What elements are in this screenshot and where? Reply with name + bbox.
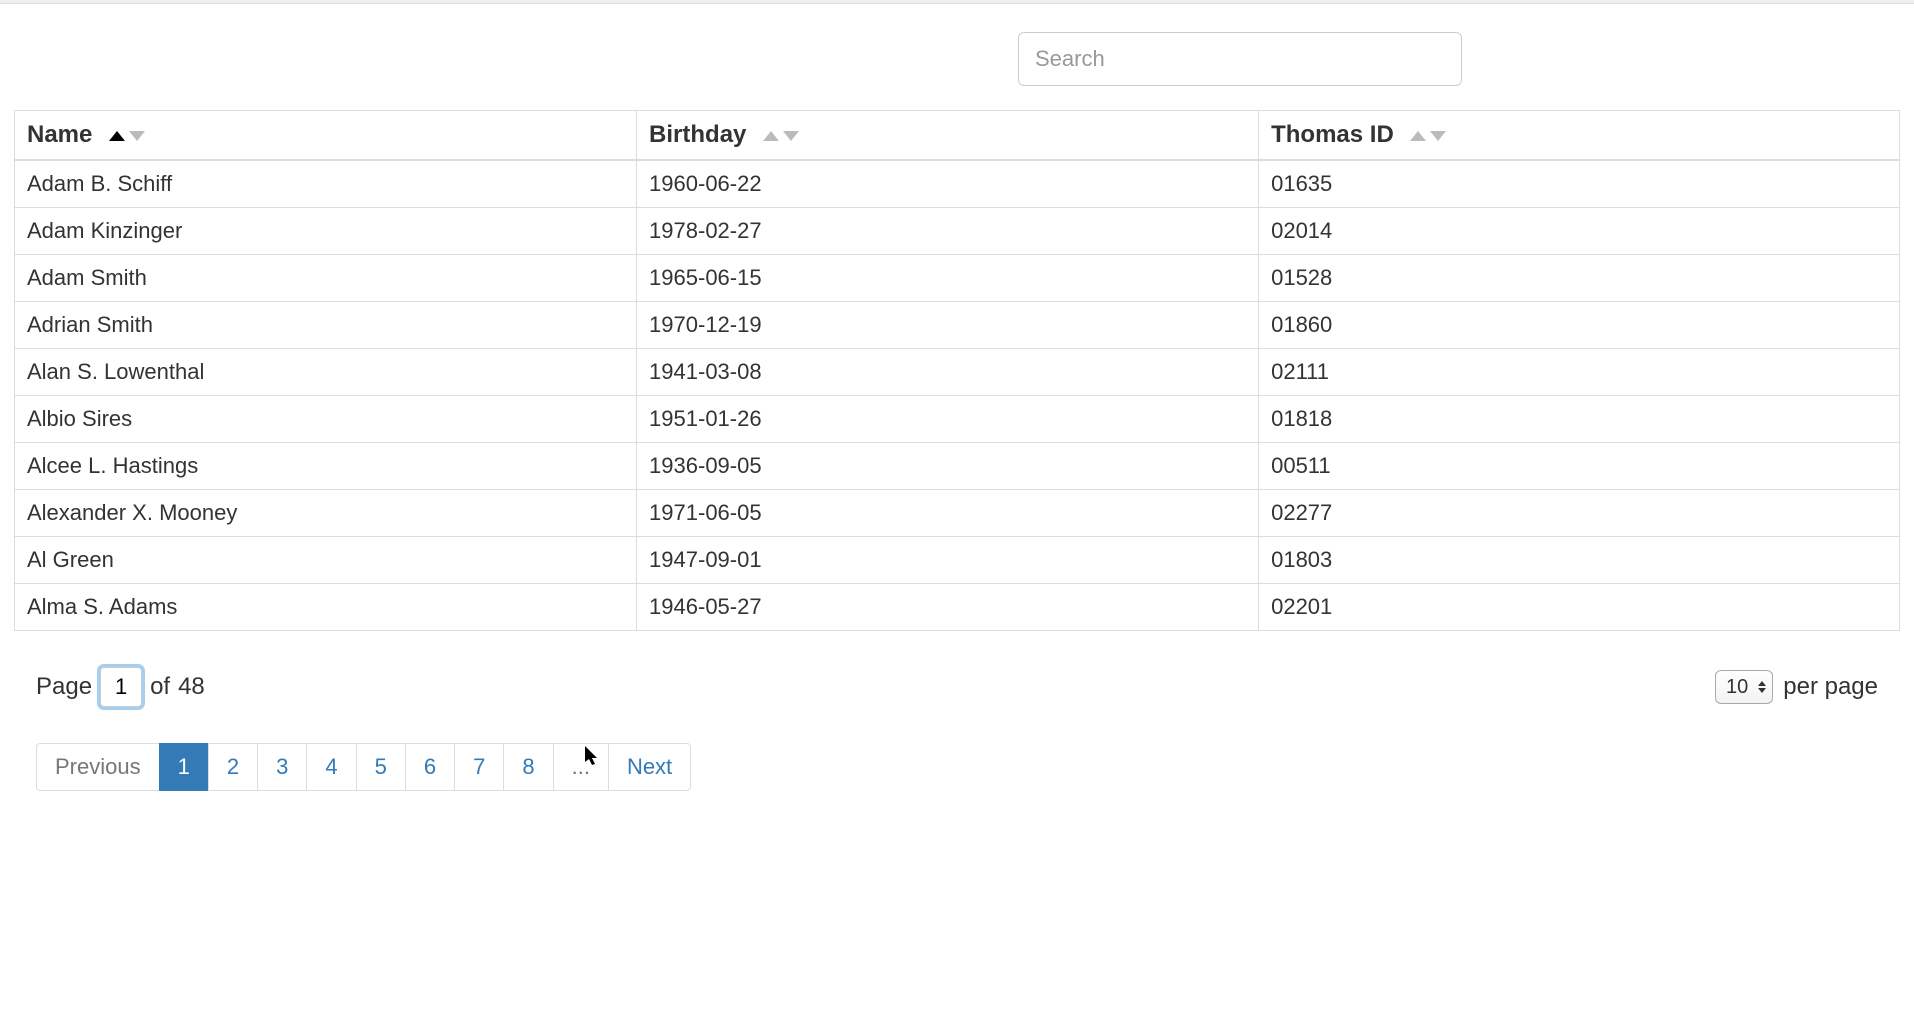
cell-thomas_id: 01528 [1259, 255, 1900, 302]
sort-desc-icon[interactable] [129, 131, 145, 141]
per-page-select[interactable]: 10 [1715, 670, 1773, 704]
sort-desc-icon[interactable] [783, 131, 799, 141]
table-row: Adrian Smith1970-12-1901860 [15, 302, 1900, 349]
cell-thomas_id: 02277 [1259, 490, 1900, 537]
cell-birthday: 1941-03-08 [637, 349, 1259, 396]
cell-name: Albio Sires [15, 396, 637, 443]
column-header-thomas-id[interactable]: Thomas ID [1259, 111, 1900, 161]
main-container: Name Birthday Thomas ID [0, 4, 1914, 831]
column-header-birthday[interactable]: Birthday [637, 111, 1259, 161]
sort-icons [109, 131, 145, 141]
search-row [14, 32, 1900, 86]
table-body: Adam B. Schiff1960-06-2201635Adam Kinzin… [15, 160, 1900, 631]
pagination-next[interactable]: Next [608, 743, 691, 791]
cell-birthday: 1947-09-01 [637, 537, 1259, 584]
cell-name: Adam Smith [15, 255, 637, 302]
cell-thomas_id: 00511 [1259, 443, 1900, 490]
cell-name: Alan S. Lowenthal [15, 349, 637, 396]
cell-birthday: 1978-02-27 [637, 208, 1259, 255]
column-header-name[interactable]: Name [15, 111, 637, 161]
pagination: Previous12345678...Next [36, 743, 1900, 791]
cell-name: Alma S. Adams [15, 584, 637, 631]
cell-thomas_id: 02201 [1259, 584, 1900, 631]
of-label: of [150, 673, 170, 701]
column-label: Birthday [649, 121, 746, 148]
footer-row: Page of 48 10 per page [14, 667, 1900, 707]
per-page-value: 10 [1726, 676, 1748, 699]
sort-asc-icon[interactable] [763, 131, 779, 141]
sort-asc-icon[interactable] [109, 131, 125, 141]
page-number-input[interactable] [100, 667, 142, 707]
pagination-page-8[interactable]: 8 [503, 743, 553, 791]
pagination-page-7[interactable]: 7 [454, 743, 504, 791]
table-row: Adam Kinzinger1978-02-2702014 [15, 208, 1900, 255]
table-row: Adam B. Schiff1960-06-2201635 [15, 160, 1900, 208]
cell-name: Alcee L. Hastings [15, 443, 637, 490]
table-row: Alan S. Lowenthal1941-03-0802111 [15, 349, 1900, 396]
table-row: Al Green1947-09-0101803 [15, 537, 1900, 584]
cell-name: Adrian Smith [15, 302, 637, 349]
pagination-ellipsis: ... [553, 743, 609, 791]
pagination-page-4[interactable]: 4 [306, 743, 356, 791]
cell-name: Al Green [15, 537, 637, 584]
cell-birthday: 1936-09-05 [637, 443, 1259, 490]
total-pages: 48 [178, 673, 205, 701]
sort-desc-icon[interactable] [1430, 131, 1446, 141]
pagination-page-1[interactable]: 1 [159, 743, 209, 791]
sort-icons [1410, 131, 1446, 141]
data-table: Name Birthday Thomas ID [14, 110, 1900, 631]
pagination-page-2[interactable]: 2 [208, 743, 258, 791]
search-input[interactable] [1018, 32, 1462, 86]
pagination-page-6[interactable]: 6 [405, 743, 455, 791]
sort-asc-icon[interactable] [1410, 131, 1426, 141]
cell-name: Adam Kinzinger [15, 208, 637, 255]
page-label: Page [36, 673, 92, 701]
cell-thomas_id: 01635 [1259, 160, 1900, 208]
cell-name: Alexander X. Mooney [15, 490, 637, 537]
table-row: Alma S. Adams1946-05-2702201 [15, 584, 1900, 631]
table-row: Albio Sires1951-01-2601818 [15, 396, 1900, 443]
cell-thomas_id: 02014 [1259, 208, 1900, 255]
per-page-label: per page [1783, 673, 1878, 701]
cell-thomas_id: 01818 [1259, 396, 1900, 443]
select-arrows-icon [1758, 681, 1766, 693]
cell-name: Adam B. Schiff [15, 160, 637, 208]
cell-birthday: 1965-06-15 [637, 255, 1259, 302]
per-page-control: 10 per page [1715, 670, 1878, 704]
pagination-page-5[interactable]: 5 [356, 743, 406, 791]
table-row: Adam Smith1965-06-1501528 [15, 255, 1900, 302]
column-label: Thomas ID [1271, 121, 1394, 148]
table-row: Alcee L. Hastings1936-09-0500511 [15, 443, 1900, 490]
cell-thomas_id: 01803 [1259, 537, 1900, 584]
cell-birthday: 1951-01-26 [637, 396, 1259, 443]
cell-birthday: 1971-06-05 [637, 490, 1259, 537]
pagination-page-3[interactable]: 3 [257, 743, 307, 791]
cell-birthday: 1970-12-19 [637, 302, 1259, 349]
table-header: Name Birthday Thomas ID [15, 111, 1900, 161]
table-header-row: Name Birthday Thomas ID [15, 111, 1900, 161]
cell-thomas_id: 01860 [1259, 302, 1900, 349]
cell-thomas_id: 02111 [1259, 349, 1900, 396]
cell-birthday: 1946-05-27 [637, 584, 1259, 631]
cell-birthday: 1960-06-22 [637, 160, 1259, 208]
page-of-indicator: Page of 48 [36, 667, 205, 707]
column-label: Name [27, 121, 92, 148]
sort-icons [763, 131, 799, 141]
table-row: Alexander X. Mooney1971-06-0502277 [15, 490, 1900, 537]
pagination-previous: Previous [36, 743, 160, 791]
